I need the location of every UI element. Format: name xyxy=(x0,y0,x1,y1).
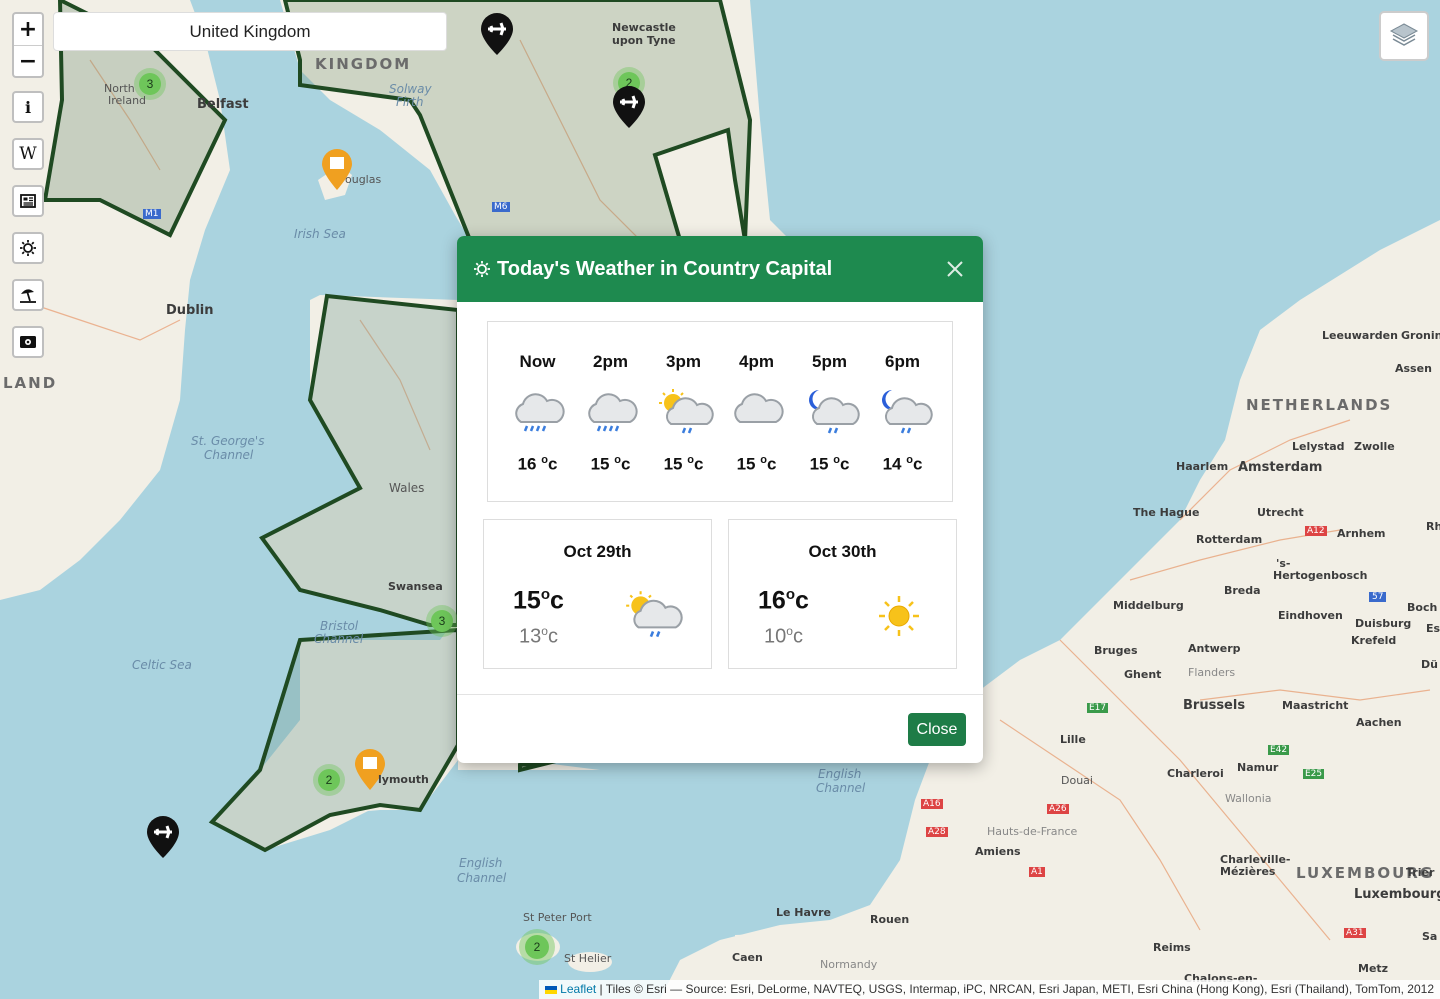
sun-cloud-rain-icon xyxy=(659,389,714,434)
hour-time: 2pm xyxy=(593,352,628,371)
day-low-temp: 13oc xyxy=(519,624,558,648)
moon-cloud-rain-icon xyxy=(809,390,860,434)
daily-forecast-card: Oct 30th 16oc 10oc xyxy=(728,519,957,669)
close-x-button[interactable] xyxy=(943,257,967,281)
hour-time: 5pm xyxy=(812,352,847,371)
hour-temp: 15 oc xyxy=(590,454,631,474)
moon-cloud-rain-icon xyxy=(882,390,933,434)
hour-time: 6pm xyxy=(885,352,920,371)
hourly-forecast: Now 16 oc 2pm 15 oc 3pm 15 oc 4pm 15 oc … xyxy=(487,321,953,502)
day-high-temp: 15oc xyxy=(513,586,564,615)
sun-icon xyxy=(879,596,919,636)
rain-cloud-icon xyxy=(588,393,638,432)
hour-temp: 14 oc xyxy=(882,454,923,474)
modal-title: Today's Weather in Country Capital xyxy=(497,257,833,280)
hour-time: 3pm xyxy=(666,352,701,371)
day-high-temp: 16oc xyxy=(758,586,809,615)
day-date: Oct 29th xyxy=(563,542,632,561)
hour-temp: 15 oc xyxy=(736,454,777,474)
hour-temp: 16 oc xyxy=(517,454,558,474)
sun-cloud-rain-icon xyxy=(626,591,683,638)
rain-cloud-icon xyxy=(515,393,565,432)
day-date: Oct 30th xyxy=(808,542,877,561)
daily-forecast-card: Oct 29th 15oc 13oc xyxy=(483,519,712,669)
day-low-temp: 10oc xyxy=(764,624,803,648)
close-button[interactable]: Close xyxy=(908,713,966,746)
sun-icon xyxy=(474,261,490,277)
hour-time: Now xyxy=(519,352,556,371)
modal-footer: Close xyxy=(457,694,983,763)
close-icon xyxy=(947,261,963,277)
modal-header: Today's Weather in Country Capital xyxy=(457,236,983,302)
hour-time: 4pm xyxy=(739,352,774,371)
weather-modal: Today's Weather in Country Capital Now 1… xyxy=(457,236,983,763)
cloud-icon xyxy=(734,393,784,423)
hour-temp: 15 oc xyxy=(663,454,704,474)
hour-temp: 15 oc xyxy=(809,454,850,474)
